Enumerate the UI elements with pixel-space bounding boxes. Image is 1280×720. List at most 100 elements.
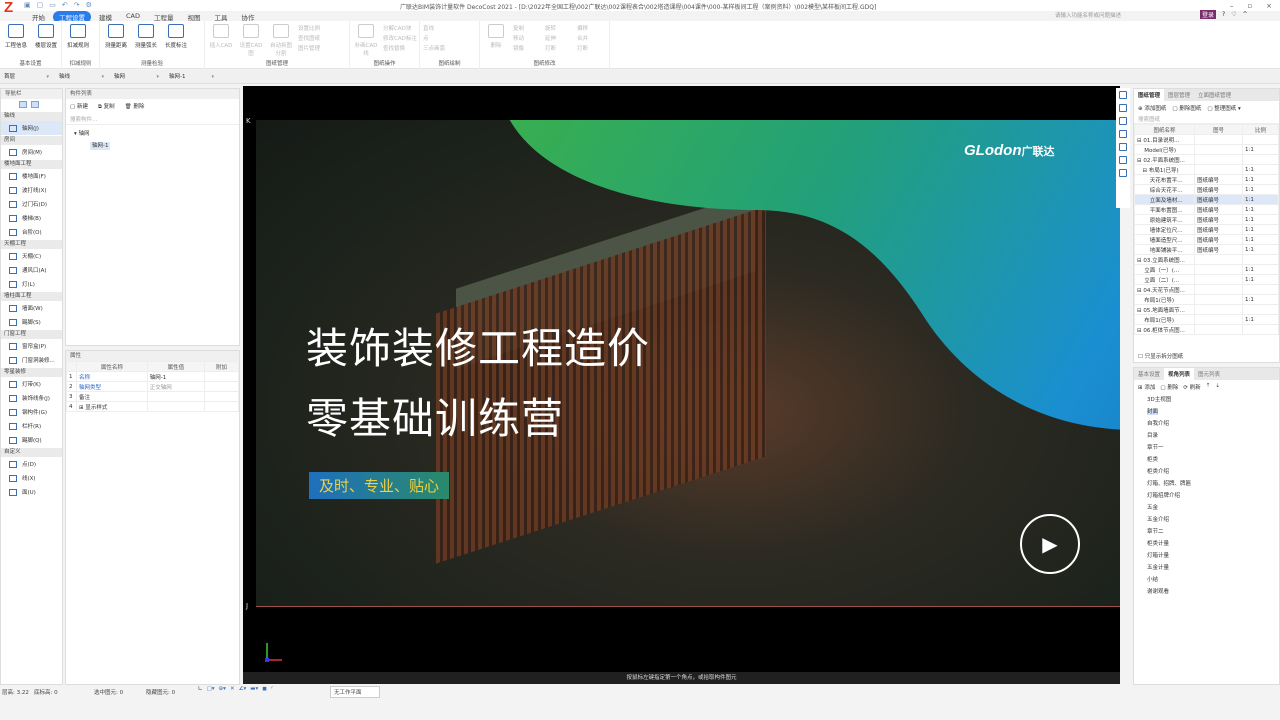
property-row[interactable]: 1 名称 轴网-1	[66, 371, 239, 382]
drawing-row[interactable]: ⊟ 05.地面墙面节...	[1134, 304, 1279, 315]
nav-item[interactable]: 窗帘盒(P)	[1, 339, 62, 353]
view-item[interactable]: 小结	[1134, 574, 1279, 586]
ribbon-small-button[interactable]: 三点画弧	[423, 44, 445, 52]
view-item[interactable]: 3D主视图	[1134, 394, 1279, 406]
ribbon-small-button[interactable]: 直线	[423, 24, 434, 32]
ribbon-button[interactable]: 测量弧长	[133, 24, 159, 49]
ribbon-small-button[interactable]: 移动	[513, 34, 524, 42]
nav-item[interactable]: 天棚(C)	[1, 249, 62, 263]
drawings-tab-2[interactable]: 立面图纸管理	[1194, 89, 1235, 101]
ortho-icon[interactable]: ∟	[198, 686, 203, 692]
view-item[interactable]: 目录	[1134, 430, 1279, 442]
ribbon-button[interactable]: 设置CAD图	[238, 24, 264, 57]
list-view-icon[interactable]	[19, 101, 27, 108]
workplane-dropdown[interactable]: 无工作平面	[330, 686, 380, 698]
nav-item[interactable]: 楼梯(B)	[1, 211, 62, 225]
drawing-row[interactable]: ⊟ 04.天花节点图...	[1134, 284, 1279, 295]
drawing-row[interactable]: 综合天花平... 图纸编号 1:1	[1134, 184, 1279, 195]
layer-dropdown-2[interactable]: 轴网	[112, 72, 162, 82]
new-icon[interactable]: ▢	[37, 1, 44, 9]
view-item[interactable]: 五金介绍	[1134, 514, 1279, 526]
tree-node-axis-grid-1[interactable]: 轴网-1	[90, 142, 111, 150]
ribbon-button[interactable]: 插入CAD	[208, 24, 234, 49]
refresh-view-button[interactable]: ⟳ 刷新	[1183, 383, 1200, 391]
view-3d-icon[interactable]	[1119, 104, 1127, 112]
view-item[interactable]: 灯箱计量	[1134, 550, 1279, 562]
ribbon-small-button[interactable]: 查找替换	[383, 44, 405, 52]
redo-icon[interactable]: ↷	[74, 1, 80, 9]
bulb-icon[interactable]: ♡	[1231, 11, 1236, 18]
drawing-row[interactable]: 地面铺装平... 图纸编号 1:1	[1134, 244, 1279, 255]
drawing-row[interactable]: 天花布置平... 图纸编号 1:1	[1134, 174, 1279, 185]
view-list-icon[interactable]	[1119, 169, 1127, 177]
orbit-icon[interactable]	[1119, 91, 1127, 99]
ribbon-button[interactable]: 工程信息	[3, 24, 29, 49]
nav-item[interactable]: 波打线(X)	[1, 183, 62, 197]
ribbon-button[interactable]: 补画CAD线	[353, 24, 379, 57]
open-icon[interactable]: ▭	[49, 1, 56, 9]
select-box-icon[interactable]: ▢▾	[207, 686, 215, 692]
display-icon[interactable]: ◼	[262, 686, 267, 692]
nav-item[interactable]: 踢脚(S)	[1, 315, 62, 329]
layer-dropdown-0[interactable]: 首层	[2, 72, 52, 82]
ribbon-small-button[interactable]: 打断	[577, 44, 588, 52]
property-row[interactable]: 4 ⊞ 显示样式	[66, 401, 239, 412]
minimize-button[interactable]: –	[1230, 2, 1234, 10]
side-view-icon[interactable]	[1119, 130, 1127, 138]
ribbon-small-button[interactable]: 旋转	[545, 24, 556, 32]
drawing-row[interactable]: 布局1(已导) 1:1	[1134, 314, 1279, 325]
nav-item[interactable]: 轴网(J)	[1, 121, 62, 135]
feature-search-input[interactable]: 请输入功能名称或问题描述	[1055, 11, 1165, 20]
copy-component-button[interactable]: ⧉ 复制	[98, 102, 115, 111]
ribbon-small-button[interactable]: 分解CAD块	[383, 24, 411, 32]
view-item[interactable]: 柜类计量	[1134, 538, 1279, 550]
nav-item[interactable]: 房间(M)	[1, 145, 62, 159]
drawing-row[interactable]: 平面布置图... 图纸编号 1:1	[1134, 204, 1279, 215]
tree-node-axis-grid[interactable]: ▾ 轴网	[66, 125, 239, 141]
drawing-row[interactable]: 布局1(已导) 1:1	[1134, 294, 1279, 305]
drawings-tab-1[interactable]: 图层管理	[1164, 89, 1194, 101]
view-item[interactable]: 章节二	[1134, 526, 1279, 538]
ribbon-button[interactable]: 自动拆图分割	[268, 24, 294, 57]
drawings-tab-0[interactable]: 图纸管理	[1134, 89, 1165, 101]
ribbon-button[interactable]: 楼层设置	[33, 24, 59, 49]
view-item[interactable]: 灯箱招牌介绍	[1134, 490, 1279, 502]
nav-item[interactable]: 过门石(D)	[1, 197, 62, 211]
layer-dropdown-3[interactable]: 轴网-1	[167, 72, 217, 82]
property-row[interactable]: 3 备注	[66, 391, 239, 402]
nav-item[interactable]: 台阶(O)	[1, 225, 62, 239]
angle-icon[interactable]: ∠▾	[239, 686, 247, 692]
views-tab-0[interactable]: 基本设置	[1134, 368, 1164, 380]
ribbon-small-button[interactable]: 复制	[513, 24, 524, 32]
delete-drawing-button[interactable]: ▢ 删除图纸	[1172, 104, 1201, 112]
save-icon[interactable]: ▣	[24, 1, 31, 9]
property-row[interactable]: 2 轴网类型 正交轴网	[66, 381, 239, 392]
nav-item[interactable]: 点(D)	[1, 457, 62, 471]
settings-icon[interactable]: ⚙	[86, 1, 92, 9]
ribbon-small-button[interactable]: 延伸	[545, 34, 556, 42]
view-item[interactable]: 灯箱、招牌、牌匾	[1134, 478, 1279, 490]
drawing-row[interactable]: ⊟ 06.柜体节点图...	[1134, 324, 1279, 335]
ribbon-small-button[interactable]: 点	[423, 34, 429, 42]
view-item[interactable]: 柜类介绍	[1134, 466, 1279, 478]
drawing-row[interactable]: ⊟ 03.立面系统图...	[1134, 254, 1279, 265]
view-item[interactable]: 五金计量	[1134, 562, 1279, 574]
drawing-row[interactable]: 原始建筑平... 图纸编号 1:1	[1134, 214, 1279, 225]
component-search-input[interactable]: 搜索构件...	[66, 114, 239, 125]
app-logo[interactable]: Z	[4, 0, 18, 16]
help-button[interactable]: ?	[1222, 11, 1225, 18]
zoom-window-icon[interactable]	[1119, 143, 1127, 151]
layer-dropdown-1[interactable]: 轴线	[57, 72, 107, 82]
collapse-ribbon-icon[interactable]: ^	[1243, 11, 1248, 18]
drawing-row[interactable]: 立面（二）(... 1:1	[1134, 274, 1279, 285]
view-item[interactable]: 章节一	[1134, 442, 1279, 454]
grid-view-icon[interactable]	[31, 101, 39, 108]
delete-component-button[interactable]: 🗑 删除	[125, 102, 145, 111]
ribbon-button[interactable]: 删除	[483, 24, 509, 49]
ribbon-small-button[interactable]: 图片管理	[298, 44, 320, 52]
login-button[interactable]: 登录	[1200, 10, 1217, 19]
view-item[interactable]: 封面	[1134, 406, 1279, 418]
ribbon-small-button[interactable]: 设置比例	[298, 24, 320, 32]
drawing-row[interactable]: Model(已导) 1:1	[1134, 144, 1279, 155]
nav-item[interactable]: 楼地面(F)	[1, 169, 62, 183]
